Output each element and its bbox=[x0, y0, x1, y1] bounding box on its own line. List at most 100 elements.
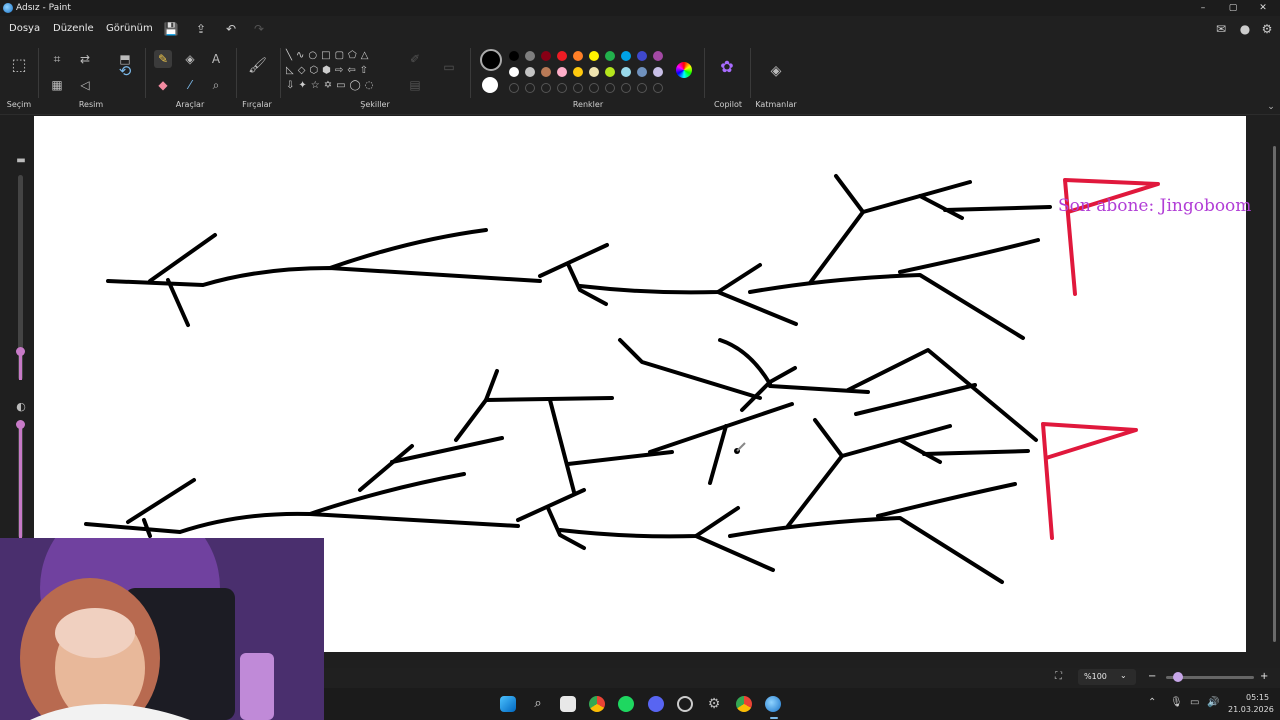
copilot-icon[interactable]: ✿ bbox=[718, 58, 736, 76]
color-swatch[interactable] bbox=[557, 67, 567, 77]
shape-fill-icon[interactable]: ▤ bbox=[406, 76, 424, 94]
custom-color-slot[interactable] bbox=[605, 83, 615, 93]
undo-icon[interactable]: ↶ bbox=[222, 20, 240, 38]
custom-color-slot[interactable] bbox=[557, 83, 567, 93]
opacity-icon: ◐ bbox=[16, 400, 26, 413]
color-swatch[interactable] bbox=[621, 67, 631, 77]
color-swatch[interactable] bbox=[573, 51, 583, 61]
menu-view[interactable]: Görünüm bbox=[106, 23, 153, 34]
custom-color-slot[interactable] bbox=[525, 83, 535, 93]
rotate-icon[interactable]: ◁ bbox=[76, 76, 94, 94]
save-icon[interactable]: 💾 bbox=[162, 20, 180, 38]
maximize-button[interactable]: ▢ bbox=[1218, 0, 1248, 16]
layers-group-label: Katmanlar bbox=[755, 100, 797, 109]
layers-icon[interactable]: ◈ bbox=[767, 62, 785, 80]
zoom-select[interactable]: %100 ⌄ bbox=[1078, 669, 1136, 685]
selection-icon[interactable]: ⬚ bbox=[10, 56, 28, 74]
menu-edit[interactable]: Düzenle bbox=[53, 23, 94, 34]
volume-icon[interactable]: 🔊 bbox=[1207, 697, 1219, 708]
start-icon[interactable] bbox=[500, 696, 516, 712]
brush-icon[interactable]: 🖌 bbox=[248, 56, 267, 74]
zoom-value: %100 bbox=[1084, 672, 1107, 681]
primary-color-swatch[interactable] bbox=[480, 49, 502, 71]
settings-icon[interactable]: ⚙ bbox=[1258, 20, 1276, 38]
minimize-button[interactable]: – bbox=[1188, 0, 1218, 16]
ribbon-toolbar: ⬚ Seçim ⌗ ⇄ ⬒ ▦ ◁ ⟲ Resim ✎ ◈ A ◆ ⁄ ⌕ Ar… bbox=[0, 42, 1280, 115]
task-view-icon[interactable] bbox=[560, 696, 576, 712]
crop-icon[interactable]: ⌗ bbox=[48, 50, 66, 68]
account-icon[interactable]: ● bbox=[1236, 20, 1254, 38]
color-swatch[interactable] bbox=[653, 51, 663, 61]
color-swatch[interactable] bbox=[605, 67, 615, 77]
color-swatch[interactable] bbox=[541, 67, 551, 77]
color-swatch[interactable] bbox=[589, 51, 599, 61]
brush-size-slider[interactable] bbox=[16, 175, 25, 380]
secondary-color-swatch[interactable] bbox=[482, 77, 498, 93]
eraser-icon[interactable]: ◆ bbox=[154, 76, 172, 94]
opacity-slider[interactable] bbox=[16, 420, 25, 538]
zoom-in-icon[interactable]: + bbox=[1260, 671, 1268, 682]
title-bar: Adsız - Paint – ▢ ✕ bbox=[0, 0, 1280, 16]
color-swatch[interactable] bbox=[653, 67, 663, 77]
shapes-gallery[interactable]: ╲∿○□▢⬠△ ◺◇⬡⬢⇨⇦⇧ ⇩✦☆✡▭◯◌ bbox=[286, 48, 394, 96]
search-icon[interactable]: ⌕ bbox=[530, 696, 546, 712]
image-generator-icon[interactable]: ⟲ bbox=[116, 62, 134, 80]
spotify-icon[interactable] bbox=[618, 696, 634, 712]
drawn-stroke bbox=[126, 478, 196, 524]
drawn-stroke bbox=[142, 518, 152, 538]
custom-color-slot[interactable] bbox=[509, 83, 519, 93]
custom-color-slot[interactable] bbox=[589, 83, 599, 93]
color-swatch[interactable] bbox=[525, 67, 535, 77]
share-icon[interactable]: ⇪ bbox=[192, 20, 210, 38]
edit-colors-icon[interactable] bbox=[676, 62, 692, 78]
text-icon[interactable]: A bbox=[207, 50, 225, 68]
custom-color-slot[interactable] bbox=[621, 83, 631, 93]
chrome-icon[interactable] bbox=[736, 696, 752, 712]
magnifier-icon[interactable]: ⌕ bbox=[207, 76, 225, 94]
clock-date[interactable]: 21.03.2026 bbox=[1228, 705, 1274, 714]
obs-icon[interactable] bbox=[677, 696, 693, 712]
pencil-icon[interactable]: ✎ bbox=[154, 50, 172, 68]
color-swatch[interactable] bbox=[509, 67, 519, 77]
vertical-scrollbar[interactable] bbox=[1273, 146, 1276, 642]
custom-color-slot[interactable] bbox=[637, 83, 647, 93]
pencil-cursor bbox=[734, 442, 746, 454]
slider-fill bbox=[19, 351, 22, 380]
fill-icon[interactable]: ◈ bbox=[181, 50, 199, 68]
custom-color-slot[interactable] bbox=[573, 83, 583, 93]
chevron-down-icon[interactable]: ⌄ bbox=[1262, 98, 1280, 116]
color-swatch[interactable] bbox=[525, 51, 535, 61]
clock-time[interactable]: 05:15 bbox=[1246, 693, 1269, 702]
zoom-slider[interactable] bbox=[1166, 672, 1254, 682]
color-swatch[interactable] bbox=[637, 51, 647, 61]
outline-icon[interactable]: ✐ bbox=[406, 50, 424, 68]
color-swatch[interactable] bbox=[605, 51, 615, 61]
background-remove-icon[interactable]: ▦ bbox=[48, 76, 66, 94]
color-swatch[interactable] bbox=[621, 51, 631, 61]
network-icon[interactable]: ▭ bbox=[1190, 697, 1199, 708]
slider-thumb[interactable] bbox=[1173, 672, 1183, 682]
microphone-icon[interactable]: 🎙 bbox=[1170, 697, 1183, 708]
custom-color-slot[interactable] bbox=[541, 83, 551, 93]
tray-chevron-icon[interactable]: ⌃ bbox=[1148, 697, 1156, 708]
color-swatch[interactable] bbox=[573, 67, 583, 77]
chrome-icon[interactable] bbox=[589, 696, 605, 712]
menu-file[interactable]: Dosya bbox=[9, 23, 40, 34]
color-picker-icon[interactable]: ⁄ bbox=[181, 76, 199, 94]
color-swatch[interactable] bbox=[589, 67, 599, 77]
zoom-out-icon[interactable]: − bbox=[1148, 671, 1156, 682]
color-swatch[interactable] bbox=[557, 51, 567, 61]
close-button[interactable]: ✕ bbox=[1248, 0, 1278, 16]
feedback-icon[interactable]: ✉ bbox=[1212, 20, 1230, 38]
color-swatch[interactable] bbox=[509, 51, 519, 61]
color-swatch[interactable] bbox=[541, 51, 551, 61]
fit-to-window-icon[interactable]: ⛶ bbox=[1055, 671, 1062, 682]
redo-icon[interactable]: ↷ bbox=[250, 20, 268, 38]
paint-taskbar-icon[interactable] bbox=[765, 696, 781, 712]
custom-color-slot[interactable] bbox=[653, 83, 663, 93]
discord-icon[interactable] bbox=[648, 696, 664, 712]
resize-icon[interactable]: ⇄ bbox=[76, 50, 94, 68]
shape-size-icon[interactable]: ▭ bbox=[440, 58, 458, 76]
color-swatch[interactable] bbox=[637, 67, 647, 77]
settings-icon[interactable]: ⚙ bbox=[706, 696, 722, 712]
